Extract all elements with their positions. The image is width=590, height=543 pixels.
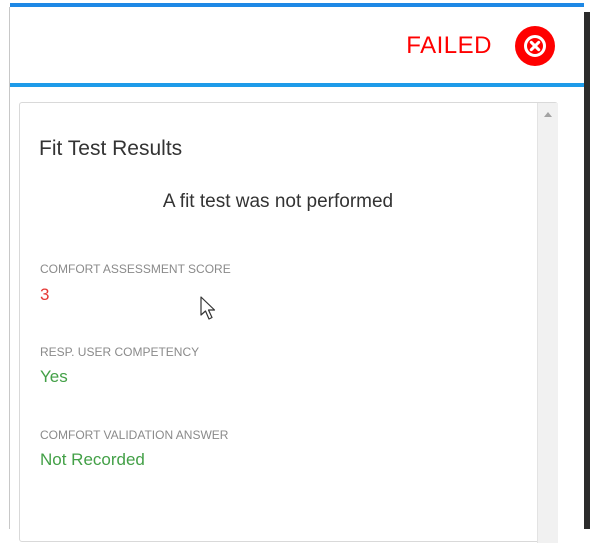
card-scrollbar[interactable] — [537, 103, 558, 543]
status-label: FAILED — [406, 32, 492, 59]
comfort-validation-answer-value: Not Recorded — [40, 450, 145, 469]
comfort-assessment-score-value: 3 — [40, 285, 50, 304]
header-divider — [10, 83, 584, 87]
comfort-assessment-score-label: COMFORT ASSESSMENT SCORE — [40, 262, 231, 276]
close-circle-icon[interactable] — [515, 26, 555, 66]
fit-test-message: A fit test was not performed — [162, 191, 394, 212]
background-window-strip — [584, 0, 590, 529]
comfort-validation-answer-label: COMFORT VALIDATION ANSWER — [40, 428, 229, 442]
resp-user-competency-value: Yes — [40, 367, 68, 386]
scroll-up-arrow-icon[interactable] — [544, 112, 552, 117]
resp-user-competency-label: RESP. USER COMPETENCY — [40, 345, 200, 359]
mouse-cursor-icon — [200, 296, 216, 320]
background-window-strip-top — [584, 0, 590, 12]
card-title: Fit Test Results — [39, 137, 183, 160]
result-header: FAILED — [10, 7, 584, 83]
fit-test-results-card — [19, 102, 558, 542]
